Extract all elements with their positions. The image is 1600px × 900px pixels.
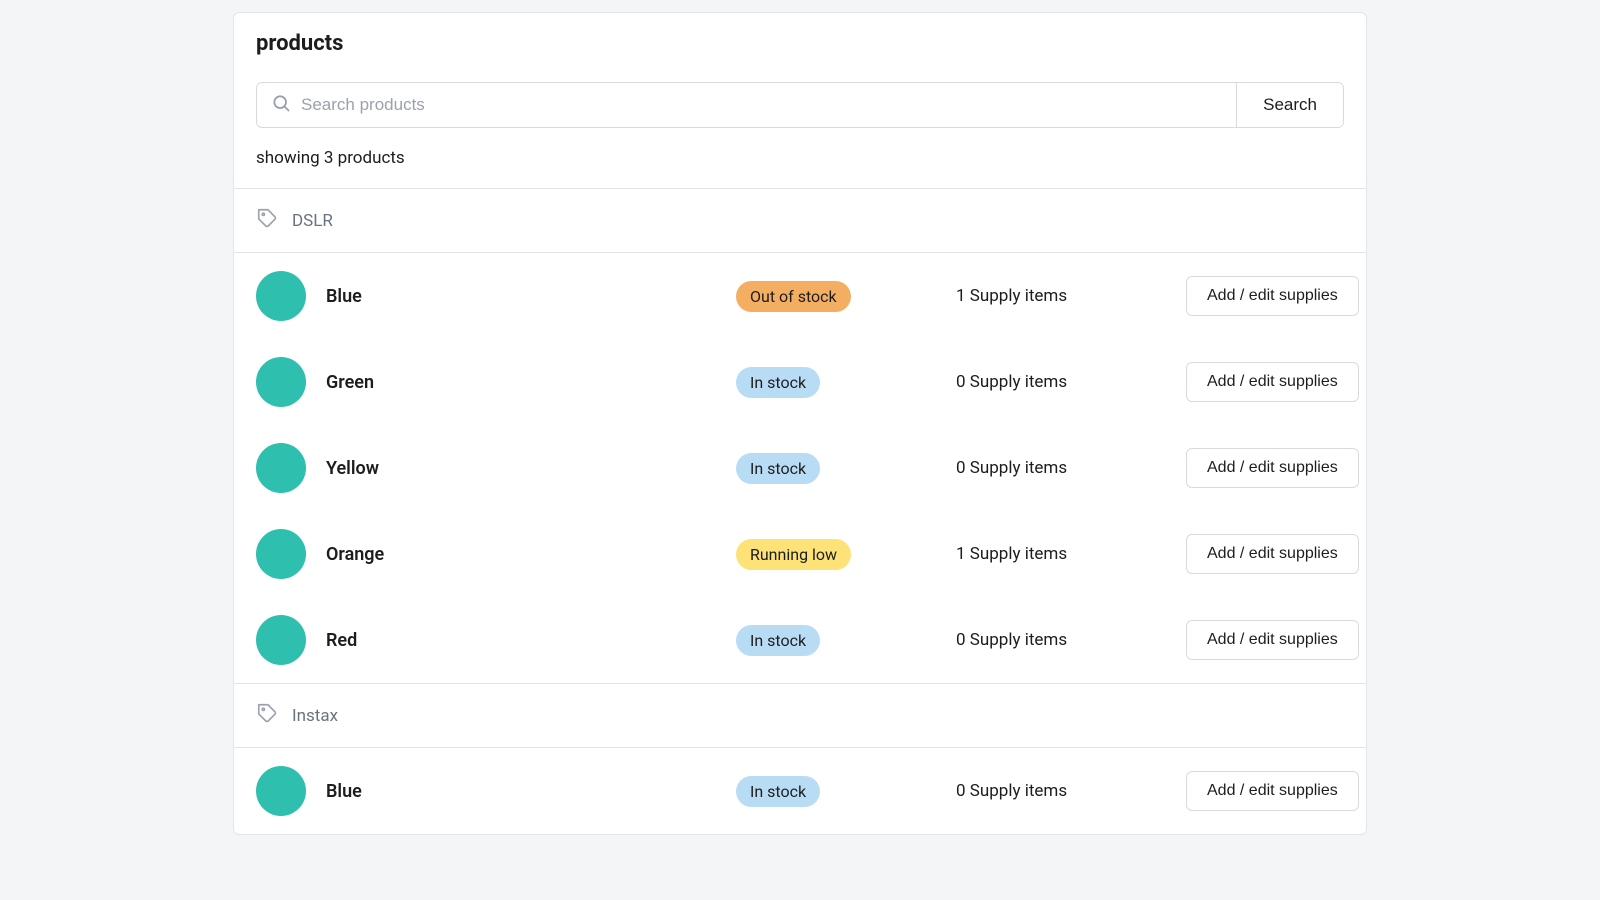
- supply-count: 1 Supply items: [956, 286, 1166, 306]
- row-action-wrap: Add / edit supplies: [1186, 362, 1359, 402]
- group-rows: Blue Out of stock 1 Supply items Add / e…: [234, 253, 1366, 683]
- add-edit-supplies-button[interactable]: Add / edit supplies: [1186, 448, 1359, 488]
- products-card: products Search showing 3 products DSLR …: [233, 12, 1367, 835]
- stock-badge-wrap: Running low: [736, 539, 936, 570]
- page-title: products: [256, 31, 1344, 56]
- group-header: Instax: [234, 683, 1366, 748]
- results-summary: showing 3 products: [256, 148, 1344, 168]
- search-button[interactable]: Search: [1236, 83, 1343, 127]
- product-name: Red: [326, 630, 716, 651]
- add-edit-supplies-button[interactable]: Add / edit supplies: [1186, 771, 1359, 811]
- add-edit-supplies-button[interactable]: Add / edit supplies: [1186, 534, 1359, 574]
- product-avatar: [256, 529, 306, 579]
- stock-badge-wrap: In stock: [736, 453, 936, 484]
- group-name: DSLR: [292, 211, 333, 231]
- row-action-wrap: Add / edit supplies: [1186, 448, 1359, 488]
- add-edit-supplies-button[interactable]: Add / edit supplies: [1186, 362, 1359, 402]
- stock-badge-wrap: In stock: [736, 367, 936, 398]
- product-avatar: [256, 766, 306, 816]
- product-name: Orange: [326, 544, 716, 565]
- product-avatar: [256, 443, 306, 493]
- row-action-wrap: Add / edit supplies: [1186, 276, 1359, 316]
- search-input[interactable]: [301, 95, 1222, 115]
- product-row: Red In stock 0 Supply items Add / edit s…: [234, 597, 1366, 683]
- product-name: Blue: [326, 781, 716, 802]
- supply-count: 1 Supply items: [956, 544, 1166, 564]
- search-icon: [271, 93, 291, 117]
- add-edit-supplies-button[interactable]: Add / edit supplies: [1186, 276, 1359, 316]
- supply-count: 0 Supply items: [956, 372, 1166, 392]
- supply-count: 0 Supply items: [956, 781, 1166, 801]
- product-row: Orange Running low 1 Supply items Add / …: [234, 511, 1366, 597]
- stock-badge: Running low: [736, 539, 851, 570]
- product-name: Yellow: [326, 458, 716, 479]
- search-bar: Search: [256, 82, 1344, 128]
- stock-badge: In stock: [736, 625, 820, 656]
- card-header: products Search showing 3 products: [234, 13, 1366, 188]
- product-row: Blue In stock 0 Supply items Add / edit …: [234, 748, 1366, 834]
- groups-container: DSLR Blue Out of stock 1 Supply items Ad…: [234, 188, 1366, 834]
- product-avatar: [256, 615, 306, 665]
- search-input-wrap[interactable]: [257, 83, 1236, 127]
- group-header: DSLR: [234, 188, 1366, 253]
- stock-badge: Out of stock: [736, 281, 851, 312]
- row-action-wrap: Add / edit supplies: [1186, 534, 1359, 574]
- product-name: Green: [326, 372, 716, 393]
- supply-count: 0 Supply items: [956, 630, 1166, 650]
- stock-badge: In stock: [736, 367, 820, 398]
- tag-icon: [256, 702, 278, 729]
- product-name: Blue: [326, 286, 716, 307]
- stock-badge: In stock: [736, 776, 820, 807]
- stock-badge-wrap: Out of stock: [736, 281, 936, 312]
- tag-icon: [256, 207, 278, 234]
- row-action-wrap: Add / edit supplies: [1186, 620, 1359, 660]
- add-edit-supplies-button[interactable]: Add / edit supplies: [1186, 620, 1359, 660]
- product-avatar: [256, 271, 306, 321]
- stock-badge-wrap: In stock: [736, 776, 936, 807]
- row-action-wrap: Add / edit supplies: [1186, 771, 1359, 811]
- product-row: Blue Out of stock 1 Supply items Add / e…: [234, 253, 1366, 339]
- stock-badge: In stock: [736, 453, 820, 484]
- group-rows: Blue In stock 0 Supply items Add / edit …: [234, 748, 1366, 834]
- group-name: Instax: [292, 706, 338, 726]
- supply-count: 0 Supply items: [956, 458, 1166, 478]
- product-row: Yellow In stock 0 Supply items Add / edi…: [234, 425, 1366, 511]
- product-avatar: [256, 357, 306, 407]
- stock-badge-wrap: In stock: [736, 625, 936, 656]
- product-row: Green In stock 0 Supply items Add / edit…: [234, 339, 1366, 425]
